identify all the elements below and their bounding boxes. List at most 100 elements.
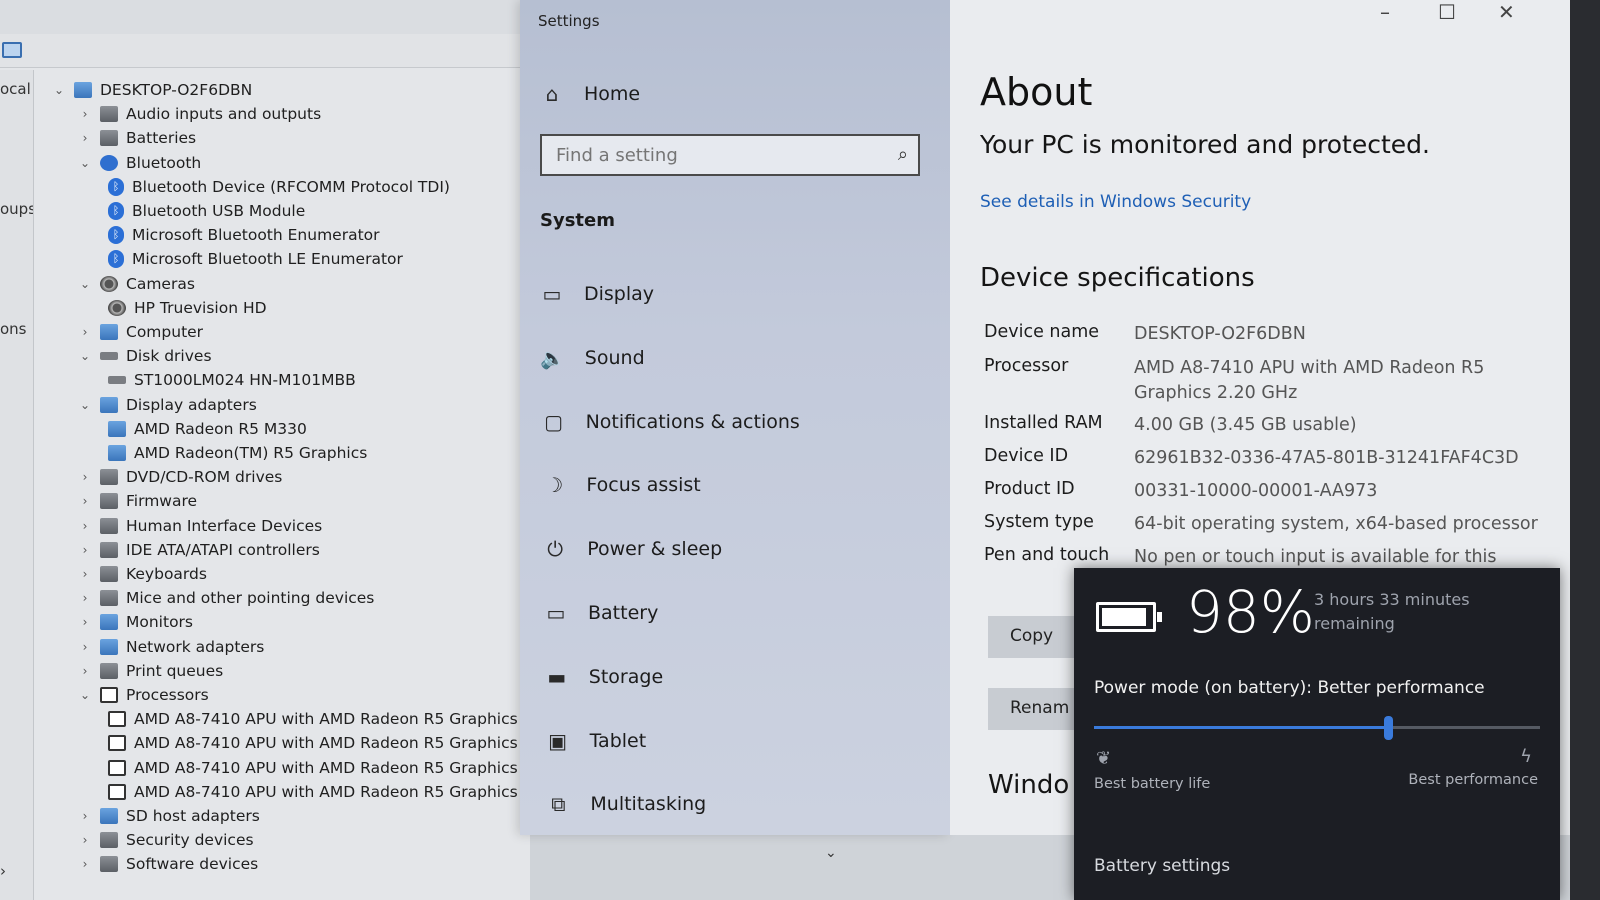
tree-node-label: AMD A8-7410 APU with AMD Radeon R5 Graph… bbox=[134, 710, 518, 729]
search-icon[interactable]: ⌕ bbox=[898, 144, 908, 165]
chevron-right-icon[interactable]: › bbox=[76, 591, 94, 605]
tree-device[interactable]: AMD Radeon R5 M330 bbox=[102, 417, 307, 441]
section-heading: System bbox=[540, 210, 615, 231]
tree-device[interactable]: AMD A8-7410 APU with AMD Radeon R5 Graph… bbox=[102, 707, 518, 731]
nav-item-focus-assist[interactable]: ☽ Focus assist bbox=[540, 465, 700, 505]
chevron-right-icon[interactable]: › bbox=[76, 640, 94, 654]
tree-category[interactable]: › Batteries bbox=[76, 126, 197, 150]
tree-device[interactable]: ᛒ Bluetooth Device (RFCOMM Protocol TDI) bbox=[102, 175, 450, 199]
tree-node-label: Software devices bbox=[126, 855, 259, 874]
tree-root[interactable]: ⌄ DESKTOP-O2F6DBN bbox=[50, 78, 252, 102]
tree-category[interactable]: ⌄ Cameras bbox=[76, 272, 195, 296]
chevron-right-icon[interactable]: › bbox=[76, 833, 94, 847]
tree-category[interactable]: › Print queues bbox=[76, 659, 224, 683]
tree-category[interactable]: › SD host adapters bbox=[76, 804, 260, 828]
tree-category[interactable]: ⌄ Processors bbox=[76, 683, 209, 707]
tree-category[interactable]: › Software devices bbox=[76, 852, 259, 876]
device-manager-titlebar bbox=[0, 0, 530, 34]
settings-window-title: Settings bbox=[538, 12, 600, 30]
tree-category[interactable]: › Human Interface Devices bbox=[76, 514, 323, 538]
chevron-right-icon[interactable]: › bbox=[76, 131, 94, 145]
tree-device[interactable]: AMD A8-7410 APU with AMD Radeon R5 Graph… bbox=[102, 780, 518, 804]
tablet-icon: ▣ bbox=[548, 728, 568, 753]
tree-device[interactable]: AMD Radeon(TM) R5 Graphics bbox=[102, 441, 367, 465]
computer-icon bbox=[100, 638, 118, 655]
computer-icon bbox=[100, 808, 118, 824]
left-pane-label[interactable]: ons bbox=[0, 320, 27, 338]
tree-category[interactable]: ⌄ Display adapters bbox=[76, 393, 257, 417]
search-box[interactable]: ⌕ bbox=[540, 134, 920, 176]
tree-category[interactable]: ⌄ Bluetooth bbox=[76, 151, 201, 175]
minimize-button[interactable]: – bbox=[1380, 0, 1390, 24]
tree-category[interactable]: › Computer bbox=[76, 320, 203, 344]
close-button[interactable]: ✕ bbox=[1498, 0, 1515, 24]
tree-category[interactable]: › Audio inputs and outputs bbox=[76, 102, 322, 126]
power-slider-thumb[interactable] bbox=[1384, 716, 1394, 740]
tree-category[interactable]: ⌄ Disk drives bbox=[76, 344, 212, 368]
nav-item-notifications-actions[interactable]: ▢ Notifications & actions bbox=[540, 402, 800, 442]
tree-device[interactable]: ᛒ Bluetooth USB Module bbox=[102, 199, 305, 223]
chevron-right-icon[interactable]: › bbox=[76, 809, 94, 823]
power-mode-slider[interactable] bbox=[1094, 716, 1540, 740]
spec-value: 4.00 GB (3.45 GB usable) bbox=[1134, 415, 1357, 435]
chevron-down-icon[interactable]: ⌄ bbox=[825, 845, 837, 861]
chevron-right-icon[interactable]: › bbox=[76, 325, 94, 339]
tree-node-label: Batteries bbox=[126, 129, 197, 148]
tree-category[interactable]: › Monitors bbox=[76, 610, 193, 634]
windows-security-link[interactable]: See details in Windows Security bbox=[980, 192, 1251, 212]
tree-category[interactable]: › Firmware bbox=[76, 489, 197, 513]
nav-item-sound[interactable]: 🔈 Sound bbox=[539, 338, 645, 378]
chevron-right-icon[interactable]: › bbox=[76, 470, 94, 484]
chevron-right-icon[interactable]: › bbox=[76, 494, 94, 508]
chevron-right-icon[interactable]: › bbox=[76, 567, 94, 581]
tree-category[interactable]: › Mice and other pointing devices bbox=[76, 586, 375, 610]
nav-item-tablet[interactable]: ▣ Tablet bbox=[544, 721, 646, 761]
tree-device[interactable]: ᛒ Microsoft Bluetooth Enumerator bbox=[102, 223, 380, 247]
tree-node-label: AMD A8-7410 APU with AMD Radeon R5 Graph… bbox=[134, 758, 518, 777]
battery-time-remaining: 3 hours 33 minutes remaining bbox=[1314, 590, 1470, 633]
chevron-down-icon[interactable]: ⌄ bbox=[76, 277, 94, 291]
nav-home[interactable]: ⌂ Home bbox=[538, 74, 640, 114]
left-pane-label[interactable]: ocal bbox=[0, 80, 31, 98]
battery-settings-link[interactable]: Battery settings bbox=[1094, 856, 1230, 876]
tree-category[interactable]: › Keyboards bbox=[76, 562, 207, 586]
maximize-button[interactable]: ☐ bbox=[1438, 0, 1456, 24]
left-pane-label[interactable]: oups bbox=[0, 200, 33, 218]
tree-device[interactable]: AMD A8-7410 APU with AMD Radeon R5 Graph… bbox=[102, 731, 518, 755]
tree-category[interactable]: › IDE ATA/ATAPI controllers bbox=[76, 538, 320, 562]
chevron-right-icon[interactable]: › bbox=[76, 543, 94, 557]
spec-value: No pen or touch input is available for t… bbox=[1134, 547, 1497, 567]
battery-flyout: 98% 3 hours 33 minutes remaining Power m… bbox=[1074, 568, 1560, 900]
chevron-right-icon[interactable]: › bbox=[76, 664, 94, 678]
nav-item-power-sleep[interactable]: ⏻ Power & sleep bbox=[541, 529, 722, 569]
tree-device[interactable]: ᛒ Microsoft Bluetooth LE Enumerator bbox=[102, 247, 403, 271]
chevron-down-icon[interactable]: ⌄ bbox=[76, 398, 94, 412]
search-input[interactable] bbox=[542, 136, 872, 174]
tree-category[interactable]: › DVD/CD-ROM drives bbox=[76, 465, 283, 489]
nav-item-label: Sound bbox=[584, 346, 645, 369]
chevron-right-icon[interactable]: › bbox=[76, 615, 94, 629]
nav-item-display[interactable]: ▭ Display bbox=[538, 274, 655, 314]
chevron-down-icon[interactable]: ⌄ bbox=[76, 688, 94, 702]
nav-item-battery[interactable]: ▭ Battery bbox=[542, 593, 659, 633]
device-icon bbox=[100, 590, 118, 607]
chevron-down-icon[interactable]: ⌄ bbox=[76, 349, 94, 363]
chevron-right-icon[interactable]: › bbox=[76, 857, 94, 871]
tree-device[interactable]: ST1000LM024 HN-M101MBB bbox=[102, 368, 356, 392]
monitor-icon[interactable] bbox=[2, 42, 22, 58]
spec-key: Processor bbox=[984, 356, 1069, 376]
nav-item-storage[interactable]: ▬ Storage bbox=[543, 657, 663, 697]
scroll-right-arrow-icon[interactable]: › bbox=[0, 862, 6, 880]
tree-node-label: DESKTOP-O2F6DBN bbox=[100, 81, 253, 99]
tree-category[interactable]: › Security devices bbox=[76, 828, 254, 852]
tree-device[interactable]: HP Truevision HD bbox=[102, 296, 267, 320]
tree-category[interactable]: › Network adapters bbox=[76, 635, 265, 659]
spec-key: Pen and touch bbox=[984, 545, 1110, 565]
chevron-down-icon[interactable]: ⌄ bbox=[50, 83, 68, 97]
chevron-right-icon[interactable]: › bbox=[76, 107, 94, 121]
nav-item-multitasking[interactable]: ⧉ Multitasking bbox=[544, 784, 706, 824]
chevron-right-icon[interactable]: › bbox=[76, 519, 94, 533]
device-icon bbox=[100, 493, 118, 510]
tree-device[interactable]: AMD A8-7410 APU with AMD Radeon R5 Graph… bbox=[102, 756, 518, 780]
chevron-down-icon[interactable]: ⌄ bbox=[76, 156, 94, 170]
